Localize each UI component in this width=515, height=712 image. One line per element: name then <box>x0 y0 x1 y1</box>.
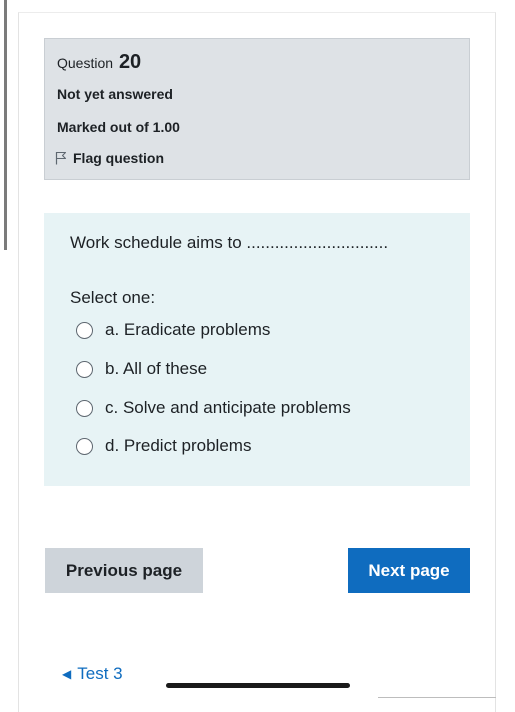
question-number-value: 20 <box>118 51 142 73</box>
caret-left-icon: ◀ <box>62 667 72 681</box>
previous-page-button[interactable]: Previous page <box>45 548 203 593</box>
flag-question-link[interactable]: Flag question <box>55 150 164 166</box>
answer-option-label: a. Eradicate problems <box>105 320 271 339</box>
back-to-test-link[interactable]: ◀ Test 3 <box>62 664 123 684</box>
answer-option-a[interactable]: a. Eradicate problems <box>76 320 270 340</box>
radio-button[interactable] <box>76 399 93 417</box>
answer-option-b[interactable]: b. All of these <box>76 359 207 379</box>
answer-prompt: Select one: <box>70 288 156 307</box>
answer-option-c[interactable]: c. Solve and anticipate problems <box>76 398 351 418</box>
home-indicator[interactable] <box>166 683 350 688</box>
divider <box>378 697 496 698</box>
answer-option-label: c. Solve and anticipate problems <box>105 398 351 417</box>
answer-option-label: b. All of these <box>105 359 208 378</box>
question-grade: Marked out of 1.00 <box>57 119 180 135</box>
question-number: Question 20 <box>57 51 141 74</box>
flag-icon <box>55 151 67 165</box>
flag-question-label: Flag question <box>73 150 164 166</box>
question-state: Not yet answered <box>57 86 173 102</box>
next-page-button[interactable]: Next page <box>348 548 470 593</box>
question-info-panel: Question 20 Not yet answered Marked out … <box>44 38 470 180</box>
question-content: Work schedule aims to ..................… <box>44 213 470 486</box>
question-label: Question <box>57 55 114 71</box>
radio-button[interactable] <box>76 360 93 378</box>
radio-button[interactable] <box>76 437 93 455</box>
back-link-label: Test 3 <box>77 664 123 683</box>
radio-button[interactable] <box>76 321 93 339</box>
answer-option-d[interactable]: d. Predict problems <box>76 436 251 456</box>
answer-option-label: d. Predict problems <box>105 436 252 455</box>
question-text: Work schedule aims to ..................… <box>70 233 389 252</box>
scroll-edge <box>4 0 7 250</box>
